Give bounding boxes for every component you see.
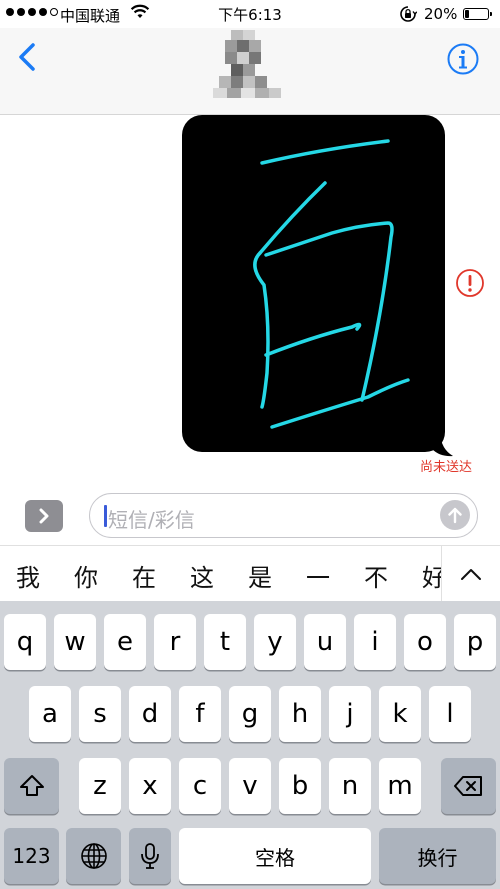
key-u[interactable]: u [304, 614, 346, 670]
candidate-word[interactable]: 这 [190, 558, 214, 593]
key-o[interactable]: o [404, 614, 446, 670]
candidate-bar: 我 你 在 这 是 一 不 好 [0, 545, 500, 602]
key-r[interactable]: r [154, 614, 196, 670]
delivery-status: 尚未送达 [420, 460, 473, 475]
blurred-contact-avatar [213, 30, 281, 98]
send-failed-button[interactable] [455, 268, 485, 298]
candidate-list: 我 你 在 这 是 一 不 好 [0, 546, 441, 602]
expand-apps-button[interactable] [25, 500, 63, 532]
orientation-lock-icon [399, 5, 418, 27]
handwritten-character [253, 139, 410, 429]
candidate-word[interactable]: 不 [364, 558, 388, 593]
candidate-word[interactable]: 在 [132, 558, 156, 593]
chevron-up-icon [461, 569, 481, 580]
key-k[interactable]: k [379, 686, 421, 742]
globe-icon [80, 843, 107, 869]
delete-icon [453, 776, 482, 796]
key-q[interactable]: q [4, 614, 46, 670]
key-l[interactable]: l [429, 686, 471, 742]
send-button[interactable] [440, 500, 470, 530]
key-z[interactable]: z [79, 758, 121, 814]
candidate-word[interactable]: 好 [422, 558, 441, 593]
bubble-tail [432, 433, 453, 457]
handwriting-canvas [182, 115, 445, 452]
text-cursor [104, 505, 107, 527]
key-w[interactable]: w [54, 614, 96, 670]
battery-icon [463, 8, 492, 20]
contact-avatar[interactable] [211, 30, 283, 102]
key-a[interactable]: a [29, 686, 71, 742]
dictation-key[interactable] [129, 828, 171, 884]
chevron-right-icon [39, 508, 49, 524]
info-button[interactable] [446, 42, 480, 76]
numbers-key[interactable]: 123 [4, 828, 59, 884]
candidate-word[interactable]: 我 [16, 558, 40, 593]
expand-candidates-button[interactable] [442, 546, 500, 602]
key-t[interactable]: t [204, 614, 246, 670]
delete-key[interactable] [441, 758, 496, 814]
info-icon [447, 43, 479, 75]
candidate-word[interactable]: 一 [306, 558, 330, 593]
keyboard: q w e r t y u i o p a s d f g h j k l z … [0, 601, 500, 889]
microphone-icon [141, 843, 159, 869]
key-f[interactable]: f [179, 686, 221, 742]
candidate-word[interactable]: 是 [248, 558, 272, 593]
key-p[interactable]: p [454, 614, 496, 670]
return-key[interactable]: 换行 [379, 828, 496, 884]
exclamation-circle-icon [456, 269, 484, 297]
key-x[interactable]: x [129, 758, 171, 814]
key-m[interactable]: m [379, 758, 421, 814]
back-button[interactable] [14, 42, 42, 72]
message-input-placeholder: 短信/彩信 [108, 508, 195, 532]
key-c[interactable]: c [179, 758, 221, 814]
key-h[interactable]: h [279, 686, 321, 742]
status-bar: 中国联通 下午6:13 20% [0, 0, 500, 28]
key-b[interactable]: b [279, 758, 321, 814]
conversation-header [0, 28, 500, 115]
handwriting-message-bubble[interactable] [182, 115, 454, 457]
key-s[interactable]: s [79, 686, 121, 742]
globe-key[interactable] [66, 828, 121, 884]
candidate-word[interactable]: 你 [74, 558, 98, 593]
message-input[interactable]: 短信/彩信 [89, 493, 478, 538]
key-g[interactable]: g [229, 686, 271, 742]
key-v[interactable]: v [229, 758, 271, 814]
key-j[interactable]: j [329, 686, 371, 742]
key-y[interactable]: y [254, 614, 296, 670]
key-n[interactable]: n [329, 758, 371, 814]
chevron-left-icon [19, 43, 35, 71]
key-i[interactable]: i [354, 614, 396, 670]
shift-key[interactable] [4, 758, 59, 814]
space-key[interactable]: 空格 [179, 828, 371, 884]
arrow-up-icon [448, 507, 462, 524]
shift-icon [19, 775, 44, 796]
key-d[interactable]: d [129, 686, 171, 742]
key-e[interactable]: e [104, 614, 146, 670]
battery-percentage: 20% [424, 5, 458, 23]
